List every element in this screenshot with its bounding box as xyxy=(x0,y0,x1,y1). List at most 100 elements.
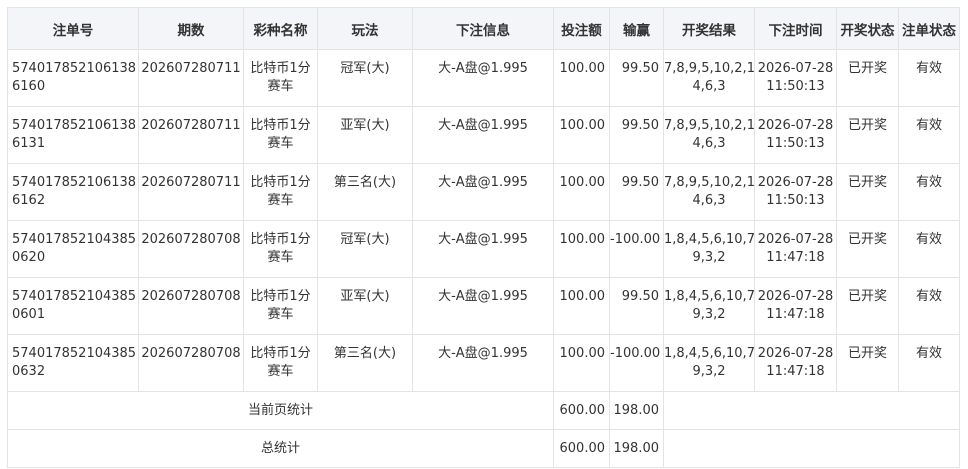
total-summary-label: 总统计 xyxy=(7,429,554,468)
win-loss-cell: 99.50 xyxy=(609,163,664,221)
draw-result-line1: 7,8,9,5,10,2,1, xyxy=(664,118,755,133)
bet-time-clock: 11:47:18 xyxy=(766,364,825,379)
total-summary-row: 总统计 600.00 198.00 xyxy=(7,429,960,468)
win-loss-cell: 99.50 xyxy=(609,277,664,335)
win-loss-cell: 99.50 xyxy=(609,106,664,164)
header-draw-result: 开奖结果 xyxy=(663,7,755,50)
table-header-row: 注单号 期数 彩种名称 玩法 下注信息 投注额 输赢 开奖结果 下注时间 开奖状… xyxy=(7,7,960,50)
lottery-name-cell: 比特币1分赛车 xyxy=(243,49,318,107)
bet-info-cell: 大-A盘@1.995 xyxy=(412,106,554,164)
draw-result-line2: 9,3,2 xyxy=(692,250,726,265)
draw-result-cell: 7,8,9,5,10,2,1, 4,6,3 xyxy=(663,49,755,107)
lottery-name-line1: 比特币1分 xyxy=(250,118,311,133)
header-period: 期数 xyxy=(138,7,244,50)
draw-status-cell: 已开奖 xyxy=(836,277,899,335)
lottery-name-line2: 赛车 xyxy=(267,307,294,322)
win-loss-cell: 99.50 xyxy=(609,49,664,107)
win-loss-cell: -100.00 xyxy=(609,334,664,392)
bet-time-cell: 2026-07-28 11:47:18 xyxy=(754,220,837,278)
draw-status-cell: 已开奖 xyxy=(836,106,899,164)
order-no-cell: 574017852104385 0632 xyxy=(7,334,139,392)
period-cell: 202607280708 xyxy=(138,220,244,278)
bets-table-container: 注单号 期数 彩种名称 玩法 下注信息 投注额 输赢 开奖结果 下注时间 开奖状… xyxy=(7,7,960,468)
header-bet-amount: 投注额 xyxy=(553,7,610,50)
bet-time-cell: 2026-07-28 11:47:18 xyxy=(754,334,837,392)
order-status-cell: 有效 xyxy=(898,334,960,392)
lottery-name-line2: 赛车 xyxy=(267,364,294,379)
order-status-cell: 有效 xyxy=(898,106,960,164)
page-summary-empty xyxy=(663,391,960,430)
draw-result-line2: 4,6,3 xyxy=(692,136,726,151)
play-cell: 冠军(大) xyxy=(317,220,413,278)
period-cell: 202607280711 xyxy=(138,106,244,164)
lottery-name-cell: 比特币1分 赛车 xyxy=(243,220,318,278)
lottery-name-line2: 赛车 xyxy=(267,79,294,94)
play-cell: 第三名(大) xyxy=(317,334,413,392)
bet-time-cell: 2026-07-28 11:50:13 xyxy=(754,106,837,164)
draw-result-line2: 4,6,3 xyxy=(692,193,726,208)
bet-amount-cell: 100.00 xyxy=(553,277,610,335)
order-no-line2: 0620 xyxy=(12,250,46,265)
total-summary-empty xyxy=(663,429,960,468)
table-row: 574017852104385 0632 202607280708 比特币1分 赛车 第三… xyxy=(7,334,960,392)
bet-amount-cell: 100.00 xyxy=(553,220,610,278)
order-no-line2: 6160 xyxy=(12,79,46,94)
bet-time-date: 2026-07-28 xyxy=(757,118,834,133)
lottery-name-cell: 比特币1分赛车 xyxy=(243,106,318,164)
bet-amount-cell: 100.00 xyxy=(553,334,610,392)
draw-status-cell: 已开奖 xyxy=(836,163,899,221)
bet-time-clock: 11:50:13 xyxy=(766,136,825,151)
table-row: 574017852104385 0620 202607280708 比特币1分 赛车 冠军… xyxy=(7,220,960,278)
draw-result-line1: 1,8,4,5,6,10,7, xyxy=(664,232,755,247)
lottery-name-line1: 比特币1分 xyxy=(250,289,311,304)
header-order-no: 注单号 xyxy=(7,7,139,50)
draw-result-line1: 7,8,9,5,10,2,1, xyxy=(664,175,755,190)
order-no-line1: 574017852104385 xyxy=(12,346,137,361)
bet-time-date: 2026-07-28 xyxy=(757,232,834,247)
order-no-line1: 574017852106138 xyxy=(12,175,137,190)
bet-time-cell: 2026-07-28 11:47:18 xyxy=(754,277,837,335)
order-no-cell: 574017852106138 6160 xyxy=(7,49,139,107)
bet-amount-cell: 100.00 xyxy=(553,106,610,164)
draw-result-line2: 9,3,2 xyxy=(692,307,726,322)
play-cell: 冠军(大) xyxy=(317,49,413,107)
bet-info-cell: 大-A盘@1.995 xyxy=(412,49,554,107)
page-summary-amount: 600.00 xyxy=(553,391,610,430)
draw-status-cell: 已开奖 xyxy=(836,220,899,278)
bet-info-cell: 大-A盘@1.995 xyxy=(412,220,554,278)
draw-result-line2: 4,6,3 xyxy=(692,79,726,94)
order-no-line1: 574017852106138 xyxy=(12,118,137,133)
header-bet-info: 下注信息 xyxy=(412,7,554,50)
header-lottery-name: 彩种名称 xyxy=(243,7,318,50)
bet-time-date: 2026-07-28 xyxy=(757,346,834,361)
lottery-name-line2: 赛车 xyxy=(267,250,294,265)
bet-time-date: 2026-07-28 xyxy=(757,289,834,304)
lottery-name-line1: 比特币1分 xyxy=(250,61,311,76)
bet-info-cell: 大-A盘@1.995 xyxy=(412,277,554,335)
bet-time-clock: 11:47:18 xyxy=(766,250,825,265)
draw-status-cell: 已开奖 xyxy=(836,49,899,107)
bet-info-cell: 大-A盘@1.995 xyxy=(412,334,554,392)
draw-result-cell: 7,8,9,5,10,2,1, 4,6,3 xyxy=(663,106,755,164)
table-row: 574017852104385 0601 202607280708 比特币1分 赛车 亚军… xyxy=(7,277,960,335)
draw-result-cell: 1,8,4,5,6,10,7, 9,3,2 xyxy=(663,334,755,392)
period-cell: 202607280708 xyxy=(138,277,244,335)
bet-time-cell: 2026-07-28 11:50:13 xyxy=(754,49,837,107)
order-no-line1: 574017852104385 xyxy=(12,232,137,247)
lottery-name-cell: 比特币1分 赛车 xyxy=(243,163,318,221)
order-status-cell: 有效 xyxy=(898,49,960,107)
header-draw-status: 开奖状态 xyxy=(836,7,899,50)
draw-result-cell: 1,8,4,5,6,10,7, 9,3,2 xyxy=(663,277,755,335)
lottery-name-line2: 赛车 xyxy=(267,136,294,151)
draw-status-cell: 已开奖 xyxy=(836,334,899,392)
table-row: 574017852106138 6162 202607280711 比特币1分 赛车 第三… xyxy=(7,163,960,221)
play-cell: 第三名(大) xyxy=(317,163,413,221)
lottery-name-line1: 比特币1分 xyxy=(250,346,311,361)
page-summary-row: 当前页统计 600.00 198.00 xyxy=(7,391,960,430)
order-no-line2: 0632 xyxy=(12,364,46,379)
bet-time-clock: 11:50:13 xyxy=(766,193,825,208)
draw-result-cell: 7,8,9,5,10,2,1, 4,6,3 xyxy=(663,163,755,221)
page-summary-winloss: 198.00 xyxy=(609,391,664,430)
lottery-name-line2: 赛车 xyxy=(267,193,294,208)
bet-amount-cell: 100.00 xyxy=(553,49,610,107)
